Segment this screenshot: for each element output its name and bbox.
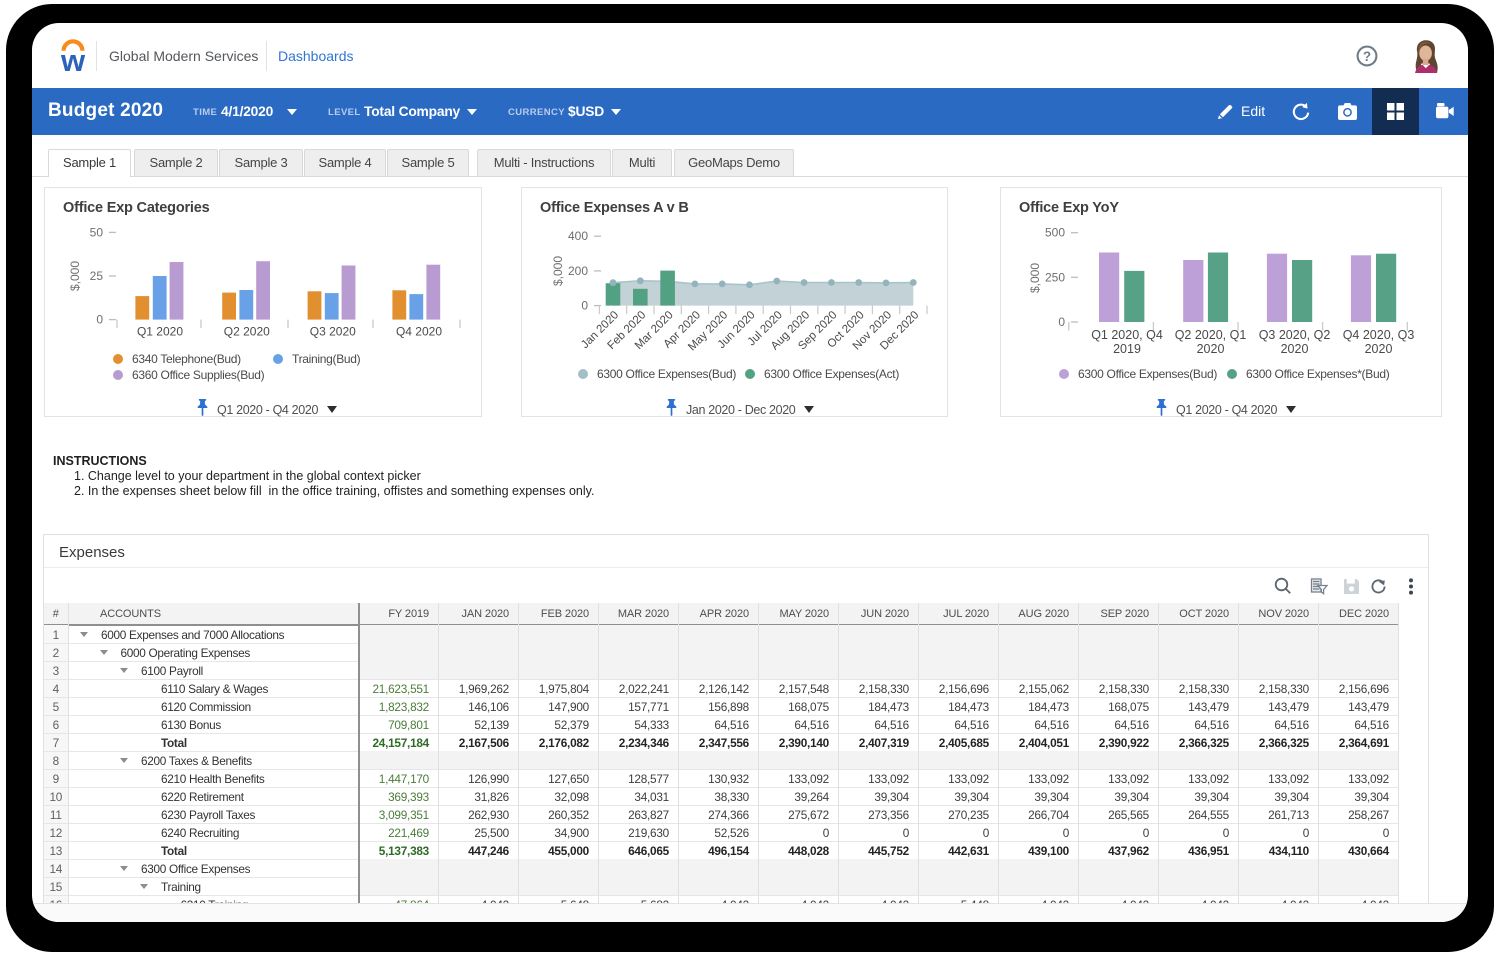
svg-text:Q1 2020, Q4: Q1 2020, Q4 <box>1091 328 1163 342</box>
svg-text:Q4 2020: Q4 2020 <box>396 325 442 339</box>
svg-text:Q4 2020, Q3: Q4 2020, Q3 <box>1343 328 1415 342</box>
svg-text:500: 500 <box>1045 226 1065 240</box>
svg-text:50: 50 <box>90 225 104 239</box>
svg-text:?: ? <box>1363 49 1371 64</box>
svg-text:0: 0 <box>581 299 588 313</box>
svg-text:Q3 2020: Q3 2020 <box>310 325 356 339</box>
svg-text:2020: 2020 <box>1365 342 1393 356</box>
svg-text:Q1 2020: Q1 2020 <box>137 325 183 339</box>
svg-text:Q2 2020, Q1: Q2 2020, Q1 <box>1175 328 1247 342</box>
svg-text:$,000: $,000 <box>551 256 565 286</box>
svg-text:2020: 2020 <box>1197 342 1225 356</box>
svg-text:25: 25 <box>90 269 104 283</box>
svg-text:250: 250 <box>1045 270 1065 284</box>
svg-text:$,000: $,000 <box>1028 263 1042 293</box>
svg-text:2020: 2020 <box>1281 342 1309 356</box>
svg-text:200: 200 <box>568 264 588 278</box>
svg-text:0: 0 <box>96 313 103 327</box>
svg-text:$,000: $,000 <box>68 261 82 291</box>
svg-text:400: 400 <box>568 229 588 243</box>
svg-text:0: 0 <box>1058 315 1065 329</box>
svg-text:w: w <box>61 43 85 73</box>
svg-text:Q3 2020, Q2: Q3 2020, Q2 <box>1259 328 1331 342</box>
svg-text:2019: 2019 <box>1113 342 1141 356</box>
svg-text:Q2 2020: Q2 2020 <box>224 325 270 339</box>
